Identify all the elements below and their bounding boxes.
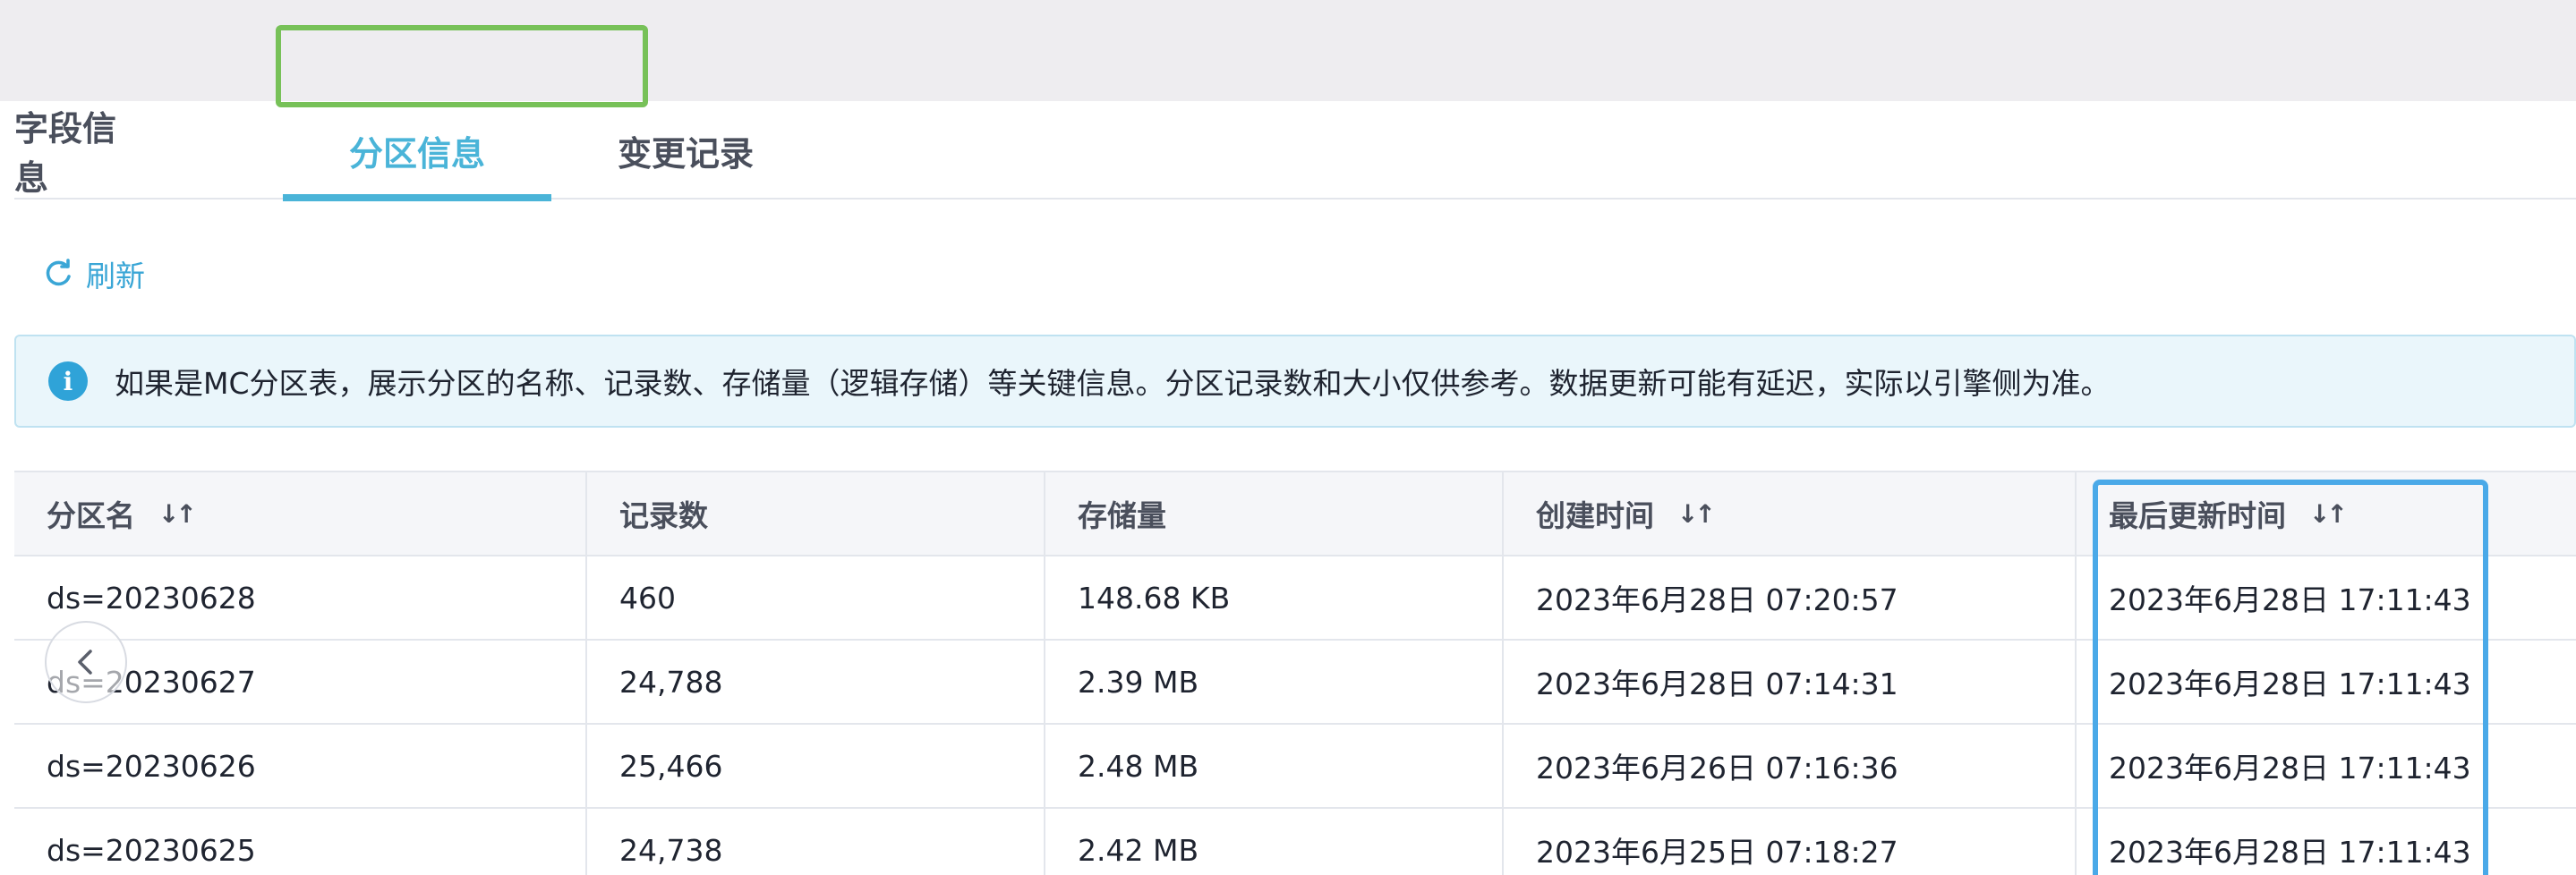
chevron-left-icon (78, 650, 92, 675)
table-row: ds=20230625 24,738 2.42 MB 2023年6月25日 07… (14, 809, 2576, 875)
cell-record-count: 24,738 (587, 809, 1045, 875)
cell-storage: 148.68 KB (1045, 556, 1504, 639)
cell-record-count: 24,788 (587, 641, 1045, 723)
column-header-partition-name[interactable]: 分区名 ↓↑ (14, 472, 587, 555)
back-button[interactable] (45, 621, 127, 703)
tab-partition-info[interactable]: 分区信息 (283, 101, 551, 201)
table-header-row: 分区名 ↓↑ 记录数 存储量 创建时间 ↓↑ 最后更新时间 ↓↑ (14, 472, 2576, 556)
cell-storage: 2.42 MB (1045, 809, 1504, 875)
cell-partition-name: ds=20230626 (14, 725, 587, 807)
notice-text: 如果是MC分区表，展示分区的名称、记录数、存储量（逻辑存储）等关键信息。分区记录… (115, 366, 2111, 401)
cell-last-updated: 2023年6月28日 17:11:43 (2109, 667, 2471, 701)
table-row: ds=20230626 25,466 2.48 MB 2023年6月26日 07… (14, 725, 2576, 809)
column-header-label: 存储量 (1078, 498, 1166, 533)
tab-change-log-label: 变更记录 (617, 133, 754, 174)
refresh-button[interactable]: 刷新 (43, 252, 145, 295)
cell-created-time: 2023年6月28日 07:14:31 (1504, 641, 2077, 723)
cell-record-count: 460 (587, 556, 1045, 639)
page: 字段信息 分区信息 变更记录 刷新 i 如果是MC分区表，展示分区的名称、记录数… (0, 0, 2576, 875)
sort-icon[interactable]: ↓↑ (158, 499, 197, 529)
column-header-created-time[interactable]: 创建时间 ↓↑ (1504, 472, 2077, 555)
cell-last-updated: 2023年6月28日 17:11:43 (2109, 751, 2471, 786)
highlight-box-green (276, 25, 648, 107)
tab-bar: 字段信息 分区信息 变更记录 (14, 101, 2576, 201)
tab-partition-info-label: 分区信息 (348, 133, 485, 174)
column-header-label: 最后更新时间 (2109, 498, 2286, 533)
cell-created-time: 2023年6月28日 07:20:57 (1504, 556, 2077, 639)
table-row: ds=20230627 24,788 2.39 MB 2023年6月28日 07… (14, 641, 2576, 725)
sort-icon[interactable]: ↓↑ (2309, 499, 2348, 529)
tab-field-info-label: 字段信息 (14, 109, 117, 198)
cell-partition-name: ds=20230625 (14, 809, 587, 875)
column-header-label: 创建时间 (1536, 498, 1654, 533)
active-tab-underline (283, 194, 551, 201)
cell-storage: 2.39 MB (1045, 641, 1504, 723)
column-header-storage: 存储量 (1045, 472, 1504, 555)
partition-table: 分区名 ↓↑ 记录数 存储量 创建时间 ↓↑ 最后更新时间 ↓↑ ds=2023… (14, 471, 2576, 875)
tab-change-log[interactable]: 变更记录 (605, 101, 766, 200)
column-header-record-count: 记录数 (587, 472, 1045, 555)
sort-icon[interactable]: ↓↑ (1677, 499, 1716, 529)
cell-record-count: 25,466 (587, 725, 1045, 807)
column-header-label: 记录数 (619, 498, 708, 533)
column-header-label: 分区名 (47, 498, 135, 533)
cell-storage: 2.48 MB (1045, 725, 1504, 807)
info-icon: i (48, 361, 88, 401)
table-row: ds=20230628 460 148.68 KB 2023年6月28日 07:… (14, 556, 2576, 641)
cell-created-time: 2023年6月25日 07:18:27 (1504, 809, 2077, 875)
info-notice: i 如果是MC分区表，展示分区的名称、记录数、存储量（逻辑存储）等关键信息。分区… (14, 335, 2576, 428)
refresh-label: 刷新 (86, 259, 145, 293)
cell-created-time: 2023年6月26日 07:16:36 (1504, 725, 2077, 807)
cell-last-updated: 2023年6月28日 17:11:43 (2109, 835, 2471, 870)
cell-last-updated: 2023年6月28日 17:11:43 (2109, 582, 2471, 617)
refresh-icon (46, 259, 71, 286)
tab-field-info[interactable]: 字段信息 (14, 101, 149, 200)
column-header-last-updated[interactable]: 最后更新时间 ↓↑ (2077, 472, 2576, 555)
